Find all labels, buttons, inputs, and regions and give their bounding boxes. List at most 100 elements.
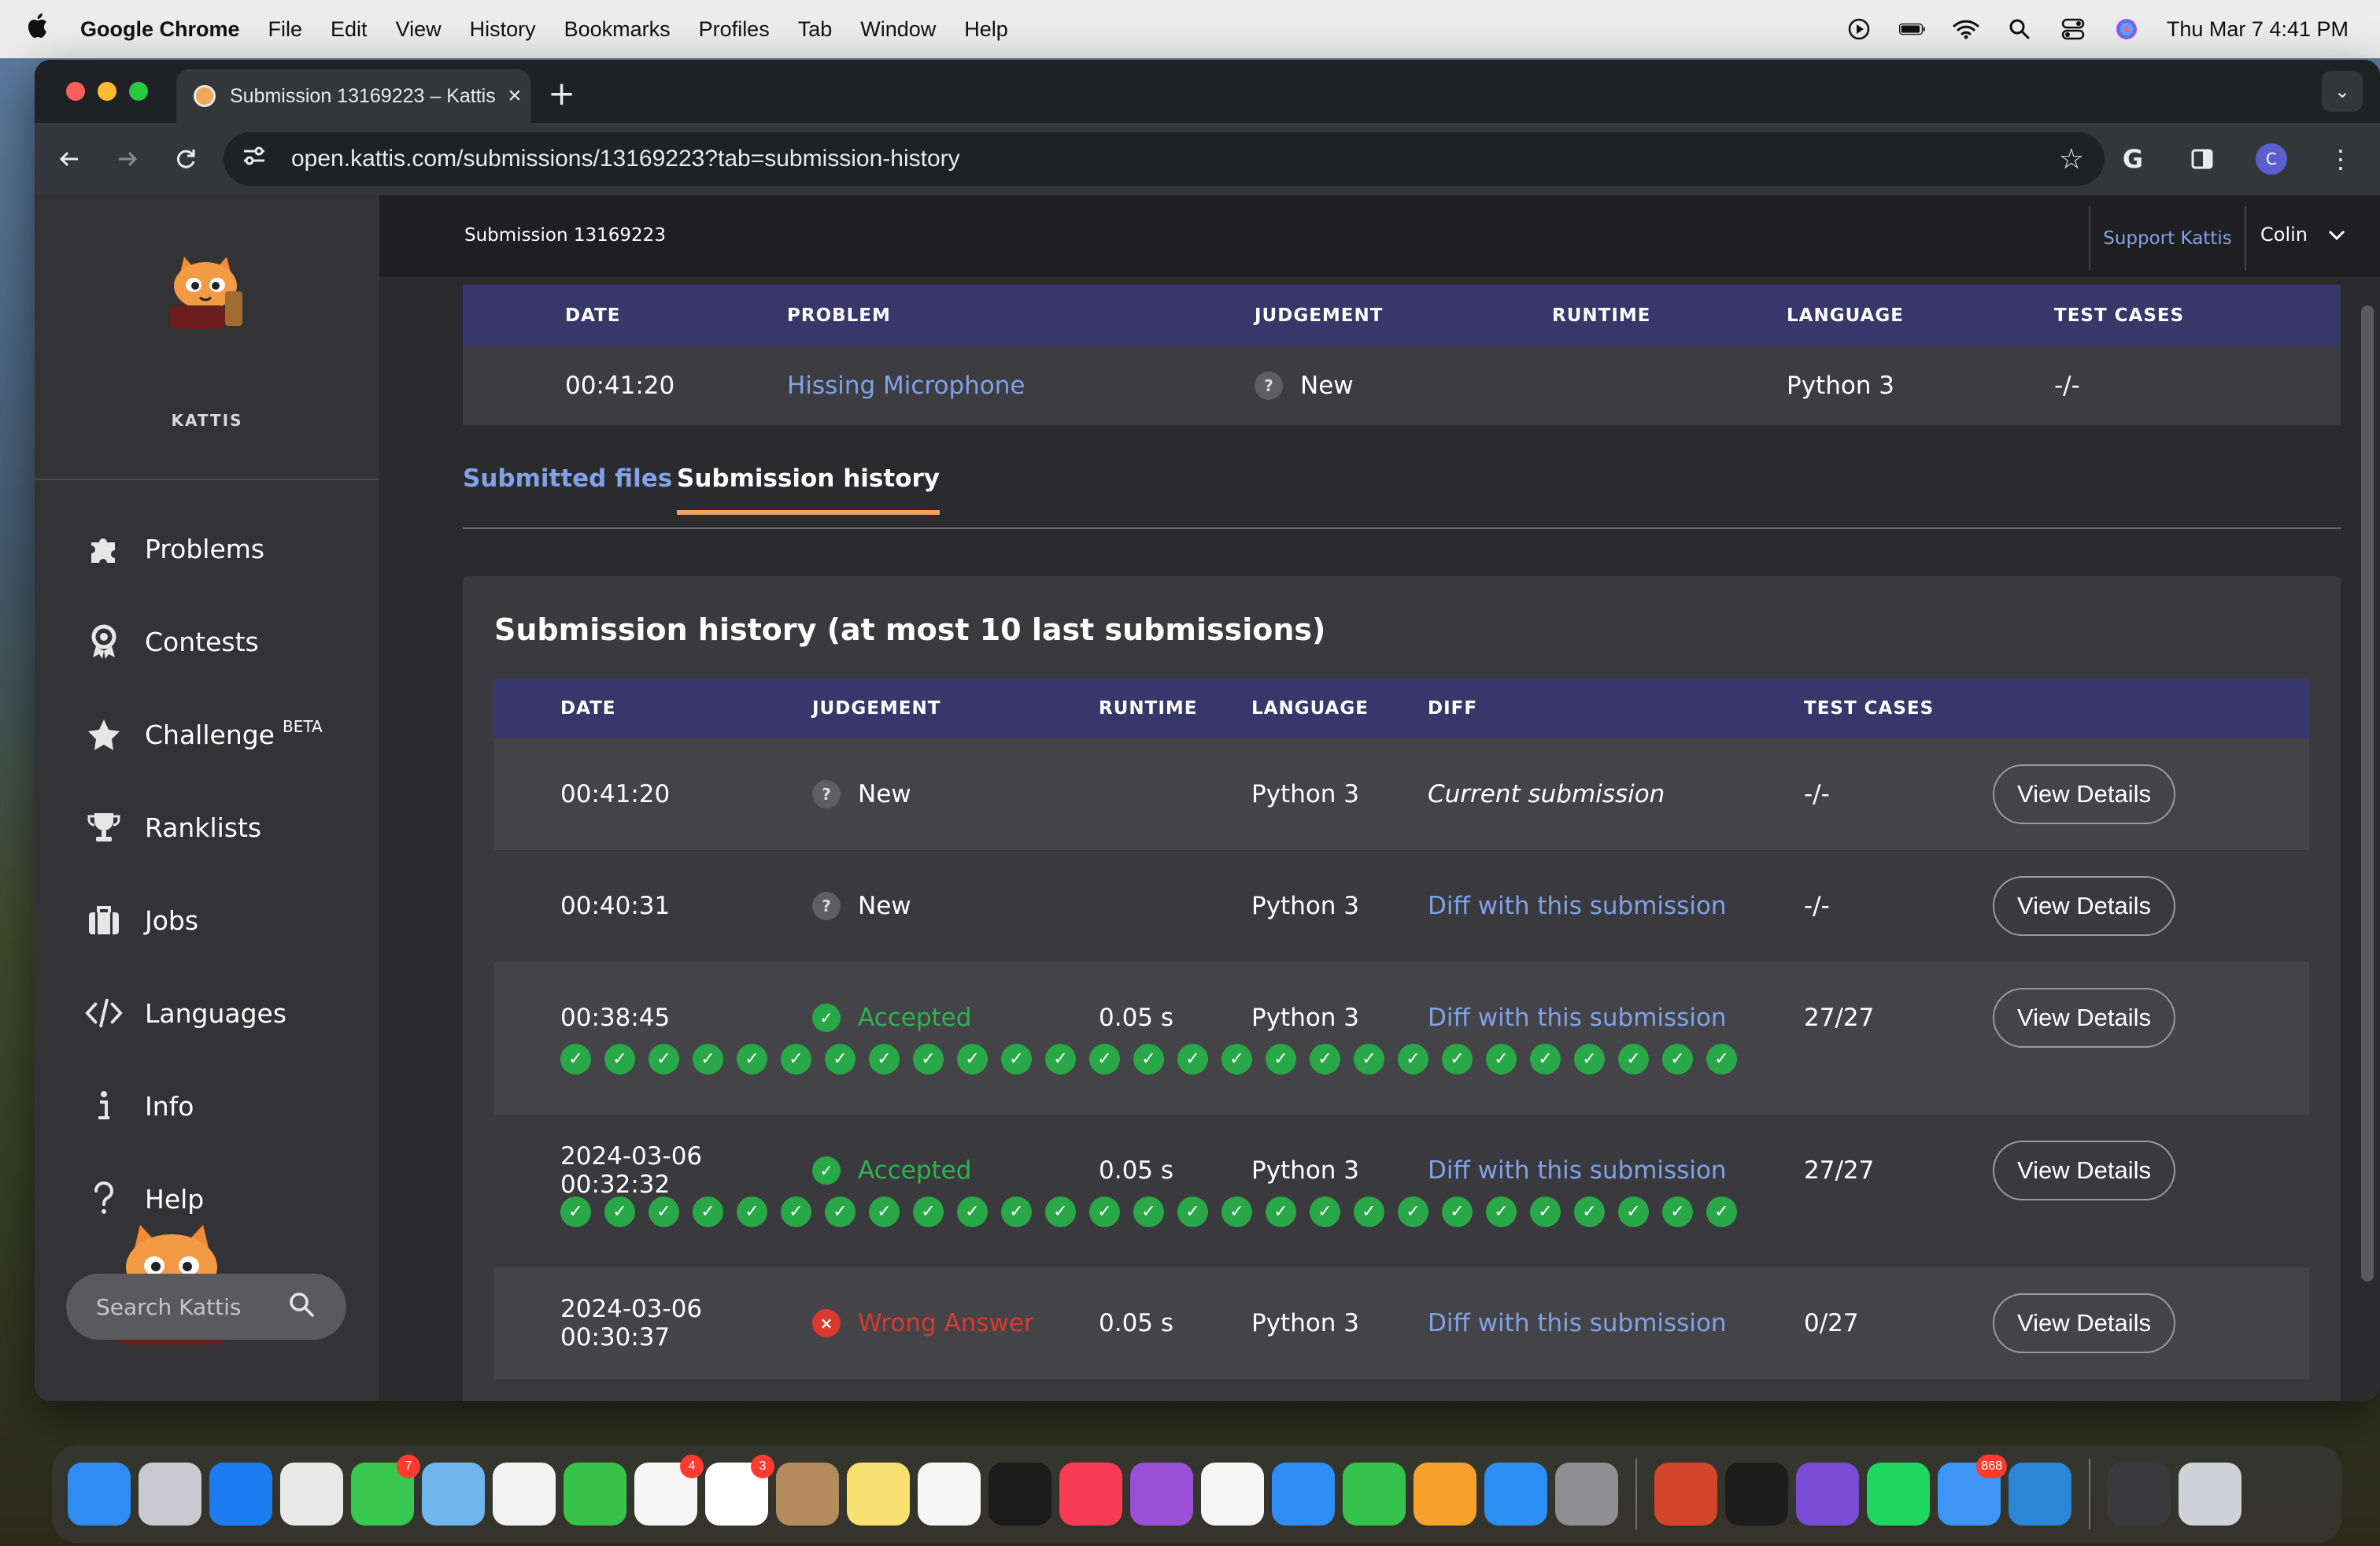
test-case-pass-icon[interactable]: ✓ <box>1089 1196 1120 1227</box>
sidebar-item-challenge[interactable]: Challenge BETA <box>35 688 379 781</box>
test-case-pass-icon[interactable]: ✓ <box>1618 1044 1649 1074</box>
reload-button[interactable] <box>162 135 209 183</box>
browser-tab[interactable]: Submission 13169223 – Kattis × <box>176 69 530 123</box>
dock-numbers-icon[interactable] <box>1343 1463 1406 1526</box>
test-case-pass-icon[interactable]: ✓ <box>1486 1196 1517 1227</box>
dock-system-settings-icon[interactable] <box>1555 1463 1618 1526</box>
diff-link[interactable]: Diff with this submission <box>1428 1156 1804 1185</box>
diff-link[interactable]: Diff with this submission <box>1428 892 1804 920</box>
sidebar-item-ranklists[interactable]: Ranklists <box>35 781 379 874</box>
sidebar-item-info[interactable]: Info <box>35 1060 379 1152</box>
dock-terminal-icon[interactable] <box>1725 1463 1788 1526</box>
test-case-pass-icon[interactable]: ✓ <box>560 1196 591 1227</box>
test-case-pass-icon[interactable]: ✓ <box>737 1044 767 1074</box>
test-case-pass-icon[interactable]: ✓ <box>1310 1196 1340 1227</box>
dock-photos-icon[interactable] <box>493 1463 556 1526</box>
search-kattis-input[interactable]: Search Kattis <box>66 1274 346 1340</box>
test-case-pass-icon[interactable]: ✓ <box>1574 1044 1605 1074</box>
sidebar-item-problems[interactable]: Problems <box>35 502 379 595</box>
menu-help[interactable]: Help <box>964 17 1008 42</box>
menu-history[interactable]: History <box>470 17 536 42</box>
test-case-pass-icon[interactable]: ✓ <box>781 1044 811 1074</box>
battery-icon[interactable] <box>1898 17 1926 41</box>
view-details-button[interactable]: View Details <box>1993 988 2175 1048</box>
test-case-pass-icon[interactable]: ✓ <box>1221 1044 1252 1074</box>
test-case-pass-icon[interactable]: ✓ <box>1266 1044 1296 1074</box>
dock-news-icon[interactable] <box>1201 1463 1264 1526</box>
test-case-pass-icon[interactable]: ✓ <box>1001 1196 1032 1227</box>
support-kattis-link[interactable]: Support Kattis <box>2089 206 2246 271</box>
menu-file[interactable]: File <box>268 17 303 42</box>
test-case-pass-icon[interactable]: ✓ <box>604 1196 635 1227</box>
dock-trash-icon[interactable] <box>2179 1463 2241 1526</box>
test-case-pass-icon[interactable]: ✓ <box>1486 1044 1517 1074</box>
test-case-pass-icon[interactable]: ✓ <box>957 1196 988 1227</box>
test-case-pass-icon[interactable]: ✓ <box>649 1196 679 1227</box>
forward-button[interactable] <box>104 135 151 183</box>
dock-maps-icon[interactable] <box>422 1463 485 1526</box>
kattis-logo-icon[interactable] <box>154 250 257 329</box>
test-case-pass-icon[interactable]: ✓ <box>869 1196 900 1227</box>
apple-icon[interactable] <box>25 13 57 46</box>
clock[interactable]: Thu Mar 7 4:41 PM <box>2167 17 2349 42</box>
menu-app-name[interactable]: Google Chrome <box>80 17 240 42</box>
test-case-pass-icon[interactable]: ✓ <box>1398 1044 1428 1074</box>
menu-bookmarks[interactable]: Bookmarks <box>564 17 671 42</box>
dock-music-icon[interactable] <box>1059 1463 1122 1526</box>
dock-finder-icon[interactable] <box>68 1463 131 1526</box>
test-case-pass-icon[interactable]: ✓ <box>1662 1196 1693 1227</box>
siri-icon[interactable] <box>2113 17 2140 41</box>
dock-contacts-icon[interactable] <box>776 1463 839 1526</box>
test-case-pass-icon[interactable]: ✓ <box>825 1044 856 1074</box>
address-bar[interactable]: open.kattis.com/submissions/13169223?tab… <box>224 132 2105 186</box>
test-case-pass-icon[interactable]: ✓ <box>1310 1044 1340 1074</box>
google-extension-icon[interactable]: G <box>2109 135 2156 183</box>
test-case-pass-icon[interactable]: ✓ <box>1354 1196 1384 1227</box>
test-case-pass-icon[interactable]: ✓ <box>1530 1196 1561 1227</box>
test-case-pass-icon[interactable]: ✓ <box>1221 1196 1252 1227</box>
test-case-pass-icon[interactable]: ✓ <box>913 1196 944 1227</box>
test-case-pass-icon[interactable]: ✓ <box>1045 1044 1076 1074</box>
dock-screenshot-icon[interactable] <box>2108 1463 2171 1526</box>
user-menu[interactable]: Colin <box>2260 224 2345 246</box>
side-panel-icon[interactable] <box>2179 135 2226 183</box>
test-case-pass-icon[interactable]: ✓ <box>649 1044 679 1074</box>
new-tab-button[interactable]: + <box>548 74 575 113</box>
profile-button[interactable]: C <box>2248 135 2295 183</box>
dock-pages-icon[interactable] <box>1414 1463 1476 1526</box>
view-details-button[interactable]: View Details <box>1993 1293 2175 1353</box>
menu-view[interactable]: View <box>396 17 442 42</box>
test-case-pass-icon[interactable]: ✓ <box>1574 1196 1605 1227</box>
close-tab-icon[interactable]: × <box>499 83 530 109</box>
search-icon[interactable] <box>288 1291 315 1323</box>
test-case-pass-icon[interactable]: ✓ <box>913 1044 944 1074</box>
menu-edit[interactable]: Edit <box>331 17 368 42</box>
brand-name[interactable]: KATTIS <box>35 411 379 430</box>
dock-chrome-icon[interactable] <box>280 1463 343 1526</box>
view-details-button[interactable]: View Details <box>1993 1141 2175 1200</box>
test-case-pass-icon[interactable]: ✓ <box>957 1044 988 1074</box>
test-case-pass-icon[interactable]: ✓ <box>1177 1044 1208 1074</box>
dock-vscode-icon[interactable] <box>2009 1463 2071 1526</box>
menu-profiles[interactable]: Profiles <box>699 17 770 42</box>
dock-app-store-icon[interactable] <box>1484 1463 1547 1526</box>
zoom-window-button[interactable] <box>129 82 148 101</box>
dock-freeform-icon[interactable] <box>918 1463 981 1526</box>
test-case-pass-icon[interactable]: ✓ <box>693 1196 723 1227</box>
test-case-pass-icon[interactable]: ✓ <box>1177 1196 1208 1227</box>
test-case-pass-icon[interactable]: ✓ <box>869 1044 900 1074</box>
test-case-pass-icon[interactable]: ✓ <box>1266 1196 1296 1227</box>
dock-notes-icon[interactable] <box>847 1463 910 1526</box>
test-case-pass-icon[interactable]: ✓ <box>560 1044 591 1074</box>
control-center-icon[interactable] <box>2060 17 2086 41</box>
bookmark-star-icon[interactable]: ☆ <box>2059 142 2084 176</box>
test-case-pass-icon[interactable]: ✓ <box>781 1196 811 1227</box>
test-case-pass-icon[interactable]: ✓ <box>1442 1196 1473 1227</box>
view-details-button[interactable]: View Details <box>1993 876 2175 936</box>
diff-link[interactable]: Diff with this submission <box>1428 1004 1804 1032</box>
diff-link[interactable]: Diff with this submission <box>1428 1309 1804 1337</box>
dock-messages-icon[interactable]: 7 <box>351 1455 420 1526</box>
site-settings-icon[interactable] <box>242 145 269 173</box>
chrome-menu-icon[interactable]: ⋮ <box>2317 135 2364 183</box>
dock-github-desktop-icon[interactable] <box>1796 1463 1859 1526</box>
